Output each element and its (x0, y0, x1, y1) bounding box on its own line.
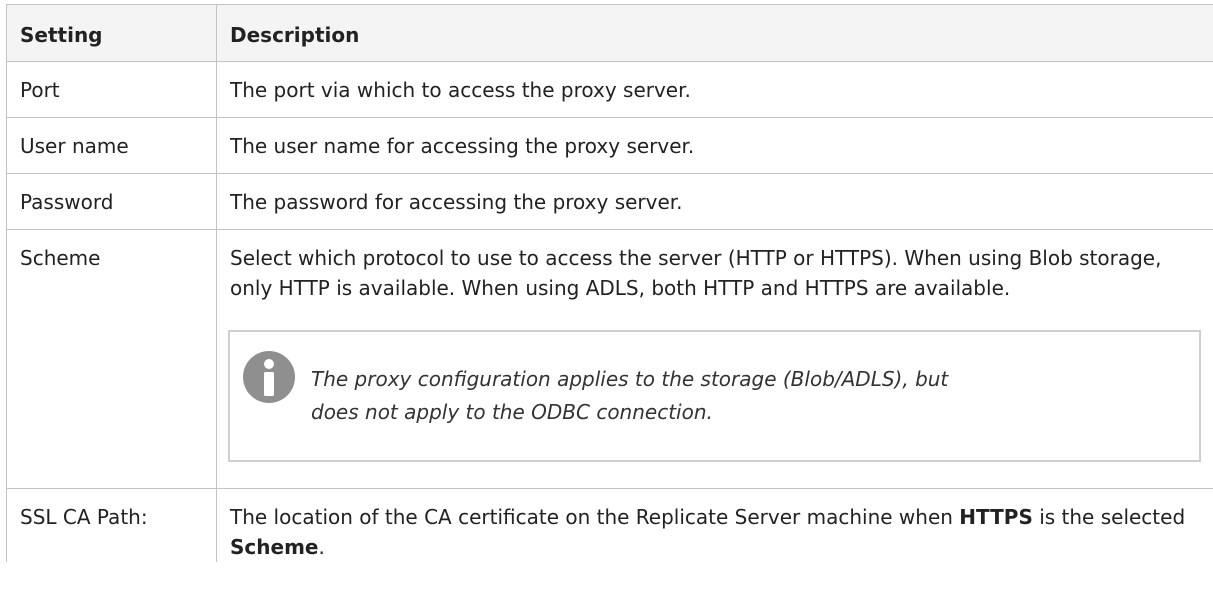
description-text: . (318, 535, 325, 559)
description-text: is the selected (1032, 505, 1186, 529)
setting-name: Scheme (6, 229, 217, 489)
note-text: The proxy configuration applies to the s… (311, 363, 1179, 429)
table-row: Password The password for accessing the … (6, 173, 1213, 230)
settings-table: Setting Description Port The port via wh… (6, 4, 1213, 562)
setting-description: The user name for accessing the proxy se… (216, 117, 1213, 174)
info-icon (243, 351, 295, 403)
description-emphasis: HTTPS (959, 505, 1033, 529)
note-box: The proxy configuration applies to the s… (228, 330, 1201, 462)
table-row: Scheme Select which protocol to use to a… (6, 229, 1213, 489)
table-row: Port The port via which to access the pr… (6, 61, 1213, 118)
description-text: The location of the CA certificate on th… (230, 505, 960, 529)
note-line: does not apply to the ODBC connection. (311, 400, 713, 424)
header-description: Description (216, 4, 1213, 62)
setting-description: The location of the CA certificate on th… (216, 488, 1213, 562)
table-row: User name The user name for accessing th… (6, 117, 1213, 174)
setting-description: The port via which to access the proxy s… (216, 61, 1213, 118)
table-row: SSL CA Path: The location of the CA cert… (6, 488, 1213, 562)
setting-description: Select which protocol to use to access t… (230, 246, 1162, 300)
setting-name: Port (6, 61, 217, 118)
setting-name: User name (6, 117, 217, 174)
note-line: The proxy configuration applies to the s… (311, 367, 949, 391)
setting-name: SSL CA Path: (6, 488, 217, 562)
header-setting: Setting (6, 4, 217, 62)
table-header-row: Setting Description (6, 4, 1213, 62)
description-emphasis: Scheme (230, 535, 319, 559)
setting-description-cell: Select which protocol to use to access t… (216, 229, 1213, 489)
setting-name: Password (6, 173, 217, 230)
setting-description: The password for accessing the proxy ser… (216, 173, 1213, 230)
